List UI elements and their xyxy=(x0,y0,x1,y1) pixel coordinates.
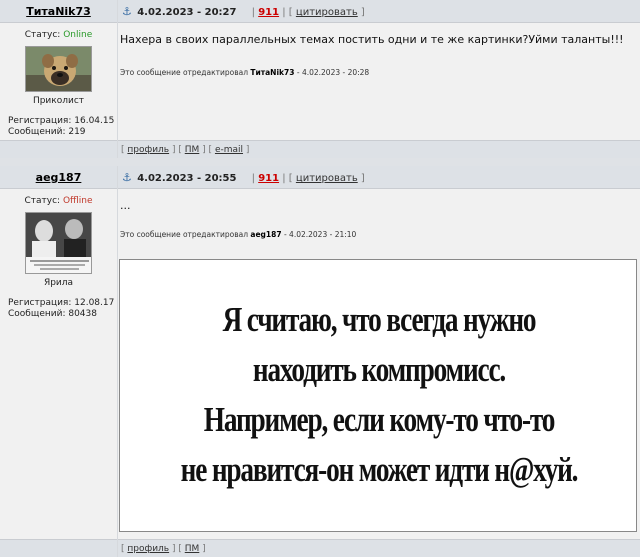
forum-post: ТитаNik73 Статус: Online Приколист Регис… xyxy=(0,0,640,158)
bracket: | xyxy=(251,173,255,184)
messages-line: Сообщений: 80438 xyxy=(8,309,117,320)
edit-prefix: Это сообщение отредактировал xyxy=(120,230,249,239)
registration-line: Регистрация: 12.08.17 xyxy=(8,298,117,309)
post-footer: [ профиль ] [ ПМ ] [ e-mail ] xyxy=(118,140,640,158)
avatar xyxy=(25,46,92,92)
bracket: [ xyxy=(121,544,125,554)
messages-line: Сообщений: 219 xyxy=(8,127,117,138)
meme-text: Я считаю, что всегда нужно находить комп… xyxy=(177,295,581,495)
registration-date: 16.04.15 xyxy=(74,116,115,126)
quote-link[interactable]: цитировать xyxy=(296,7,358,18)
author-footer xyxy=(0,539,117,557)
author-stats: Регистрация: 12.08.17 Сообщений: 80438 xyxy=(0,298,117,320)
edit-author: ТитаNik73 xyxy=(250,68,295,77)
post-header: ⚓ 4.02.2023 - 20:27 | 911 | [ цитировать… xyxy=(118,0,640,23)
post-number-link[interactable]: 911 xyxy=(258,7,279,18)
status-offline-value: Offline xyxy=(62,196,93,206)
bracket: ] xyxy=(245,145,250,155)
dog-avatar-image xyxy=(26,47,91,91)
quote-link[interactable]: цитировать xyxy=(296,173,358,184)
post-date: 4.02.2023 - 20:55 xyxy=(137,173,237,184)
bracket: | [ xyxy=(282,173,293,184)
profile-link[interactable]: профиль xyxy=(127,145,169,155)
post-text: ... xyxy=(120,199,131,212)
registration-label: Регистрация: xyxy=(8,298,72,308)
post-footer: [ профиль ] [ ПМ ] xyxy=(118,539,640,557)
profile-link[interactable]: профиль xyxy=(127,544,169,554)
bracket: | xyxy=(251,7,255,18)
bracket: ] xyxy=(360,173,365,184)
bracket: ] xyxy=(202,544,206,554)
bracket: ] [ xyxy=(171,145,182,155)
bracket: ] [ xyxy=(171,544,182,554)
post-body: ⚓ 4.02.2023 - 20:27 | 911 | [ цитировать… xyxy=(117,0,640,158)
author-stats: Регистрация: 16.04.15 Сообщений: 219 xyxy=(0,116,117,138)
author-rank: Ярила xyxy=(43,278,74,288)
registration-label: Регистрация: xyxy=(8,116,72,126)
photo-avatar-image xyxy=(26,213,91,270)
author-header: ТитаNik73 xyxy=(0,0,117,23)
registration-line: Регистрация: 16.04.15 xyxy=(8,116,117,127)
status-label: Статус: xyxy=(24,30,61,40)
author-footer xyxy=(0,140,117,158)
post-header: ⚓ 4.02.2023 - 20:55 | 911 | [ цитировать… xyxy=(118,166,640,189)
bracket: [ xyxy=(121,145,125,155)
pm-link[interactable]: ПМ xyxy=(185,145,200,155)
anchor-icon[interactable]: ⚓ xyxy=(122,0,132,23)
author-header: aeg187 xyxy=(0,166,117,189)
messages-count: 219 xyxy=(68,127,86,137)
registration-date: 12.08.17 xyxy=(74,298,115,308)
edit-note: Это сообщение отредактировал ТитаNik73 -… xyxy=(118,68,640,77)
bracket: | [ xyxy=(282,7,293,18)
meme-line: Например, если кому-то что-то xyxy=(203,400,556,439)
meme-line: находить компромисс. xyxy=(252,350,506,389)
email-link[interactable]: e-mail xyxy=(215,145,243,155)
author-name-link[interactable]: ТитаNik73 xyxy=(26,5,91,18)
messages-count: 80438 xyxy=(68,309,97,319)
bracket: ] xyxy=(360,7,365,18)
edit-date: - 4.02.2023 - 20:28 xyxy=(296,68,370,77)
meme-line: Я считаю, что всегда нужно xyxy=(222,300,537,339)
avatar xyxy=(25,212,92,274)
post-author-panel: aeg187 Статус: Offline Ярила Регистрация… xyxy=(0,166,117,557)
post-date: 4.02.2023 - 20:27 xyxy=(137,7,237,18)
meme-image: Я считаю, что всегда нужно находить комп… xyxy=(119,259,637,532)
status-online-value: Online xyxy=(63,30,93,40)
post-number-link[interactable]: 911 xyxy=(258,173,279,184)
forum-thread: ТитаNik73 Статус: Online Приколист Регис… xyxy=(0,0,640,557)
bracket: ] [ xyxy=(202,145,213,155)
edit-prefix: Это сообщение отредактировал xyxy=(120,68,249,77)
meme-line: не нравится-он может идти н@хуй. xyxy=(180,450,579,489)
post-author-panel: ТитаNik73 Статус: Online Приколист Регис… xyxy=(0,0,117,158)
anchor-icon[interactable]: ⚓ xyxy=(122,166,132,189)
author-rank: Приколист xyxy=(32,96,85,106)
author-status: Статус: Online xyxy=(0,30,117,40)
author-status: Статус: Offline xyxy=(0,196,117,206)
edit-note: Это сообщение отредактировал aeg187 - 4.… xyxy=(118,230,640,239)
edit-author: aeg187 xyxy=(250,230,282,239)
messages-label: Сообщений: xyxy=(8,127,66,137)
status-label: Статус: xyxy=(24,196,61,206)
pm-link[interactable]: ПМ xyxy=(185,544,200,554)
messages-label: Сообщений: xyxy=(8,309,66,319)
author-name-link[interactable]: aeg187 xyxy=(36,171,82,184)
post-text: Нахера в своих параллельных темах постит… xyxy=(120,33,624,46)
edit-date: - 4.02.2023 - 21:10 xyxy=(283,230,357,239)
